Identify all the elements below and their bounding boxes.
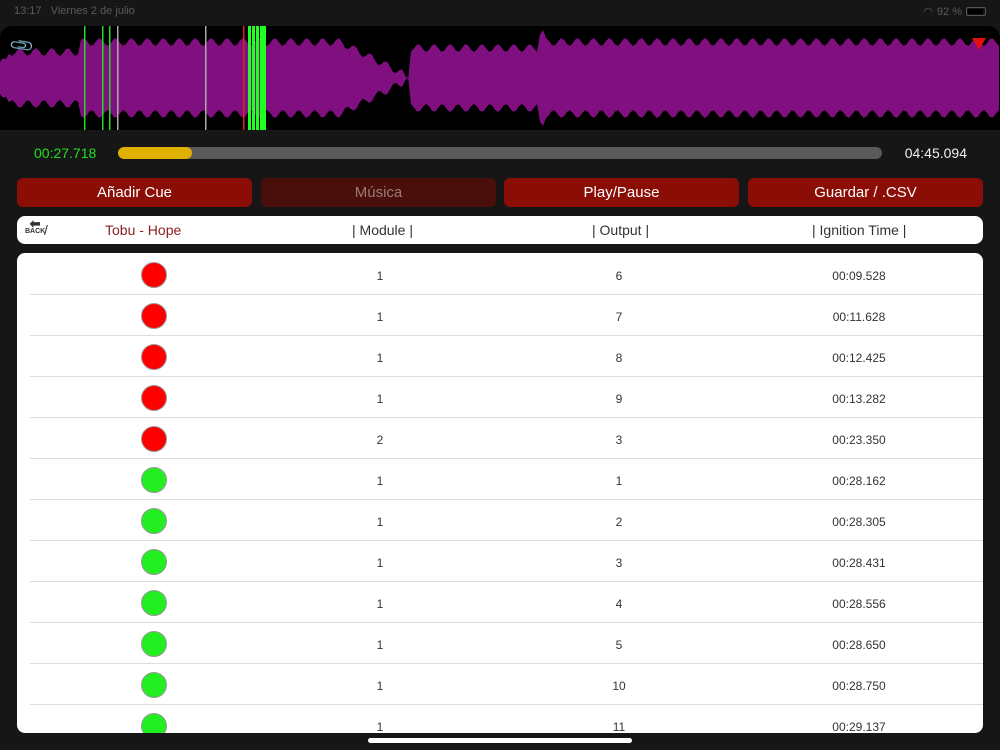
cue-marker	[84, 26, 86, 130]
cue-marker	[256, 26, 259, 130]
output-cell: 5	[615, 638, 623, 652]
status-dot-icon	[141, 467, 167, 493]
column-module: | Module |	[352, 222, 413, 238]
column-ignition-time: | Ignition Time |	[812, 222, 907, 238]
back-button[interactable]: ⬅ BACK	[25, 216, 46, 236]
status-time-date: 13:17 Viernes 2 de julio	[14, 5, 135, 17]
ignition-time-cell: 00:11.628	[832, 310, 886, 324]
cue-marker	[109, 26, 111, 130]
module-cell: 1	[376, 351, 384, 365]
marker-triangle-icon[interactable]	[972, 38, 986, 50]
column-output: | Output |	[592, 222, 650, 238]
save-csv-button[interactable]: Guardar / .CSV	[748, 178, 983, 207]
module-cell: 1	[376, 720, 384, 733]
table-row[interactable]: 1 11 00:29.137	[30, 705, 983, 733]
table-header: ⬅ BACK / Tobu - Hope | Module | | Output …	[17, 216, 983, 244]
song-title: Tobu - Hope	[105, 222, 182, 238]
table-row[interactable]: 1 6 00:09.528	[30, 254, 983, 295]
status-dot-icon	[141, 303, 167, 329]
status-dot-icon	[141, 385, 167, 411]
table-row[interactable]: 1 10 00:28.750	[30, 664, 983, 705]
battery-percent: 92 %	[936, 5, 962, 18]
module-cell: 1	[376, 679, 384, 693]
status-dot-icon	[141, 344, 167, 370]
cue-marker	[263, 26, 266, 130]
table-row[interactable]: 1 9 00:13.282	[30, 377, 983, 418]
home-indicator[interactable]	[368, 738, 632, 743]
output-cell: 9	[615, 392, 623, 406]
output-cell: 7	[615, 310, 623, 324]
battery-icon	[966, 7, 986, 16]
status-dot-icon	[141, 631, 167, 657]
table-row[interactable]: 1 8 00:12.425	[30, 336, 983, 377]
module-cell: 1	[376, 597, 384, 611]
waveform[interactable]: 📎	[0, 26, 1000, 130]
ignition-time-cell: 00:23.350	[832, 433, 886, 447]
module-cell: 1	[376, 474, 384, 488]
ignition-time-cell: 00:28.162	[832, 474, 886, 488]
separator: /	[44, 222, 48, 238]
output-cell: 4	[615, 597, 623, 611]
table-row[interactable]: 1 5 00:28.650	[30, 623, 983, 664]
ignition-time-cell: 00:28.305	[832, 515, 886, 529]
waveform-shape	[0, 29, 999, 127]
cue-marker	[102, 26, 104, 130]
table-row[interactable]: 1 4 00:28.556	[30, 582, 983, 623]
output-cell: 3	[615, 433, 623, 447]
status-dot-icon	[141, 549, 167, 575]
cue-table[interactable]: 1 6 00:09.528 1 7 00:11.628 1 8 00:12.42…	[17, 253, 983, 733]
ignition-time-cell: 00:28.750	[832, 679, 886, 693]
ignition-time-cell: 00:09.528	[832, 269, 886, 283]
back-arrow-icon: ⬅	[29, 216, 41, 231]
status-dot-icon	[141, 426, 167, 452]
output-cell: 1	[615, 474, 623, 488]
back-label: BACK	[25, 228, 46, 235]
add-cue-button[interactable]: Añadir Cue	[17, 178, 252, 207]
music-button[interactable]: Música	[261, 178, 496, 207]
table-row[interactable]: 1 1 00:28.162	[30, 459, 983, 500]
module-cell: 1	[376, 392, 384, 406]
cue-marker	[243, 26, 245, 130]
table-row[interactable]: 2 3 00:23.350	[30, 418, 983, 459]
ignition-time-cell: 00:29.137	[832, 720, 886, 733]
cue-marker	[205, 26, 207, 130]
output-cell: 11	[612, 720, 626, 733]
ignition-time-cell: 00:28.556	[832, 597, 886, 611]
status-dot-icon	[141, 262, 167, 288]
module-cell: 1	[376, 556, 384, 570]
total-time: 04:45.094	[904, 145, 967, 161]
output-cell: 8	[615, 351, 623, 365]
output-cell: 3	[615, 556, 623, 570]
module-cell: 1	[376, 515, 384, 529]
module-cell: 1	[376, 310, 384, 324]
status-dot-icon	[141, 508, 167, 534]
ignition-time-cell: 00:12.425	[832, 351, 886, 365]
module-cell: 2	[376, 433, 384, 447]
output-cell: 10	[612, 679, 626, 693]
table-row[interactable]: 1 2 00:28.305	[30, 500, 983, 541]
output-cell: 2	[615, 515, 623, 529]
progress-bar[interactable]	[118, 147, 882, 159]
current-time: 00:27.718	[34, 145, 97, 161]
module-cell: 1	[376, 269, 384, 283]
status-dot-icon	[141, 672, 167, 698]
status-bar: 13:17 Viernes 2 de julio ◠ 92 %	[0, 0, 1000, 24]
ignition-time-cell: 00:28.650	[832, 638, 886, 652]
output-cell: 6	[615, 269, 623, 283]
ignition-time-cell: 00:28.431	[832, 556, 886, 570]
status-time: 13:17	[14, 5, 42, 17]
table-row[interactable]: 1 3 00:28.431	[30, 541, 983, 582]
play-pause-button[interactable]: Play/Pause	[504, 178, 739, 207]
table-row[interactable]: 1 7 00:11.628	[30, 295, 983, 336]
module-cell: 1	[376, 638, 384, 652]
wifi-icon: ◠	[923, 6, 933, 18]
cue-marker	[248, 26, 251, 130]
cue-marker	[260, 26, 263, 130]
cue-marker	[252, 26, 255, 130]
status-dot-icon	[141, 590, 167, 616]
status-dot-icon	[141, 713, 167, 733]
status-date: Viernes 2 de julio	[50, 5, 135, 17]
ignition-time-cell: 00:13.282	[832, 392, 886, 406]
cue-marker	[117, 26, 119, 130]
